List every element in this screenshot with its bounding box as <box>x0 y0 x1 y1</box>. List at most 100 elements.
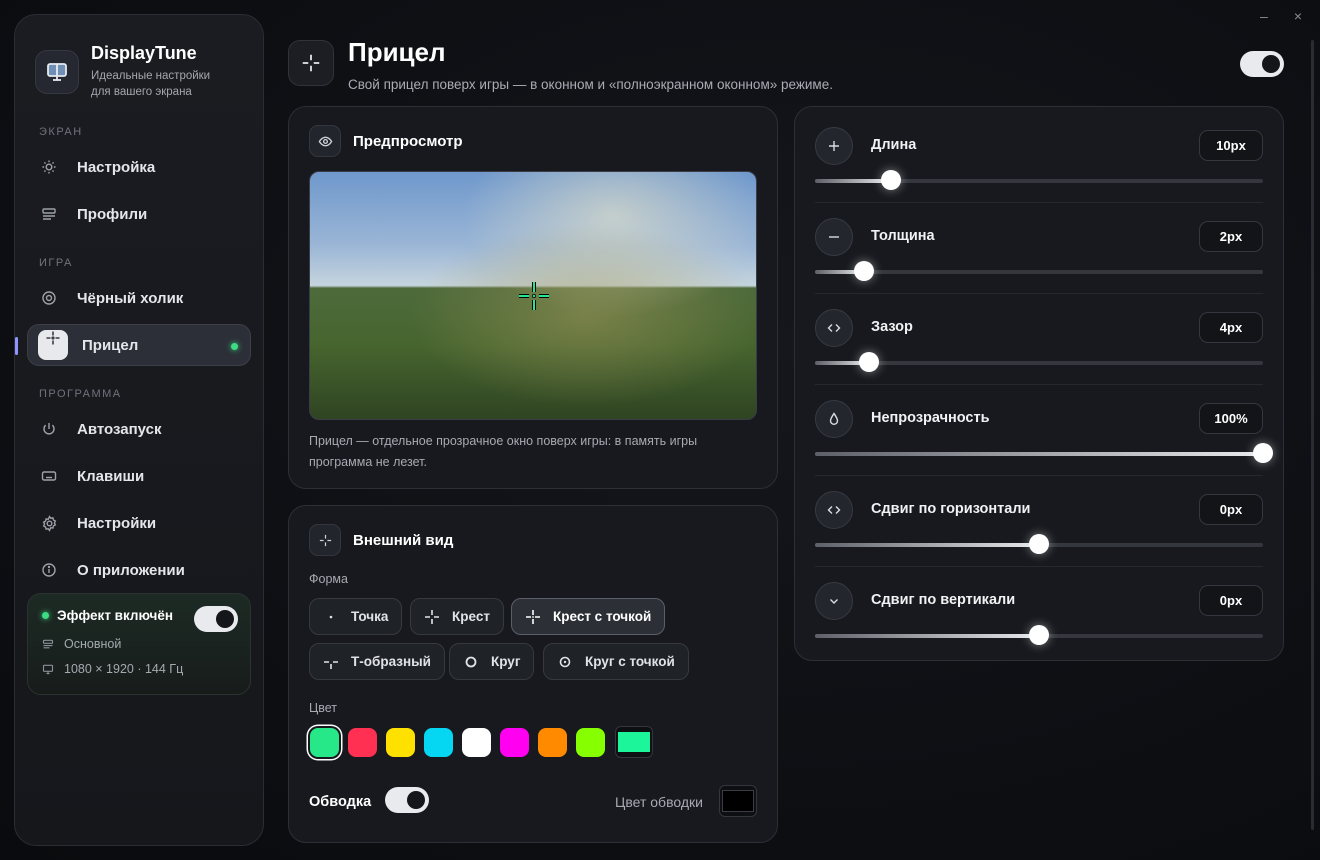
app-name: DisplayTune <box>91 43 197 63</box>
slider-handle[interactable] <box>881 170 902 190</box>
effect-toggle[interactable] <box>194 606 238 632</box>
monitor-icon <box>35 49 79 94</box>
appearance-title: Внешний вид <box>353 531 454 549</box>
slider-handle[interactable] <box>858 352 879 372</box>
slider-handle[interactable] <box>1029 625 1049 645</box>
outline-toggle[interactable] <box>385 787 429 813</box>
sidebar-item-hotkeys[interactable]: Клавиши <box>27 455 251 497</box>
shape-circle-button[interactable]: Круг <box>449 643 535 680</box>
effect-profile-row: Основной <box>42 637 236 651</box>
slider-label: Зазор <box>871 319 913 335</box>
shape-dot-button[interactable]: Точка <box>309 598 403 635</box>
slider-fill <box>815 634 1039 638</box>
divider <box>815 384 1263 385</box>
custom-color-fill <box>618 732 650 752</box>
color-swatch[interactable] <box>462 728 491 757</box>
monitor-icon <box>42 664 54 675</box>
color-swatch[interactable] <box>424 728 453 757</box>
color-swatch[interactable] <box>386 728 415 757</box>
info-icon <box>39 562 59 578</box>
sidebar-item-black-hole[interactable]: Чёрный холик <box>27 277 251 319</box>
slider-handle[interactable] <box>1029 534 1049 554</box>
slider-value[interactable]: 0px <box>1199 585 1263 616</box>
crosshair-icon <box>38 330 68 360</box>
color-swatch[interactable] <box>348 728 377 757</box>
custom-color-swatch[interactable] <box>615 726 653 758</box>
close-button[interactable]: × <box>1294 8 1302 24</box>
slider-value[interactable]: 100% <box>1199 403 1263 434</box>
shape-label: Крест с точкой <box>553 609 652 624</box>
preview-note: Прицел — отдельное прозрачное окно повер… <box>309 434 698 469</box>
slider-track[interactable] <box>815 170 1263 190</box>
appearance-header: Внешний вид <box>309 524 453 556</box>
sidebar: DisplayTune Идеальные настройки для ваше… <box>14 14 264 846</box>
slider-label: Сдвиг по вертикали <box>871 592 1016 608</box>
divider <box>815 293 1263 294</box>
preview-title: Предпросмотр <box>353 132 463 150</box>
effect-status-card: Эффект включён Основной 1080 × 1920 · 14… <box>27 593 251 695</box>
sidebar-item-profiles[interactable]: Профили <box>27 193 251 235</box>
cross-icon <box>424 609 440 625</box>
sidebar-item-setup[interactable]: Настройка <box>27 146 251 188</box>
slider-value[interactable]: 2px <box>1199 221 1263 252</box>
shape-label: Круг <box>491 654 521 669</box>
slider-value[interactable]: 0px <box>1199 494 1263 525</box>
slider-label: Толщина <box>871 228 935 244</box>
minimize-button[interactable]: – <box>1260 8 1268 24</box>
divider <box>815 202 1263 203</box>
color-swatch[interactable] <box>538 728 567 757</box>
app-subtitle: Идеальные настройки для вашего экрана <box>91 70 211 98</box>
slider-track[interactable] <box>815 534 1263 554</box>
sidebar-item-autostart[interactable]: Автозапуск <box>27 408 251 450</box>
crosshair-icon <box>288 40 334 86</box>
slider-value[interactable]: 4px <box>1199 312 1263 343</box>
dot-icon <box>323 609 339 625</box>
cross-dot-icon <box>525 609 541 625</box>
crosshair-icon <box>309 524 341 556</box>
color-swatch[interactable] <box>500 728 529 757</box>
sun-icon <box>39 159 59 175</box>
crosshair-enable-toggle[interactable] <box>1240 51 1284 77</box>
color-swatch[interactable] <box>310 728 339 757</box>
slider-fill <box>815 452 1263 456</box>
shape-label: Крест <box>452 609 490 624</box>
slider-handle[interactable] <box>1253 443 1273 463</box>
shape-cross-button[interactable]: Крест <box>410 598 504 635</box>
active-status-dot <box>231 343 238 350</box>
scrollbar[interactable] <box>1311 40 1314 830</box>
divider <box>815 566 1263 567</box>
slider-handle[interactable] <box>854 261 875 281</box>
slider-track[interactable] <box>815 625 1263 645</box>
preview-header: Предпросмотр <box>309 125 463 157</box>
circle-dot-icon <box>557 654 573 670</box>
shape-label: Точка <box>351 609 389 624</box>
profiles-icon <box>42 639 54 649</box>
sidebar-item-label: Клавиши <box>77 467 145 485</box>
code-brackets-icon <box>815 491 853 529</box>
sidebar-item-label: Автозапуск <box>77 420 162 438</box>
power-icon <box>39 421 59 437</box>
sidebar-item-label: Настройки <box>77 514 157 532</box>
status-dot <box>42 612 49 619</box>
shape-label: Т-образный <box>351 654 431 669</box>
sidebar-item-label: Прицел <box>82 336 139 354</box>
shape-cross-dot-button[interactable]: Крест с точкой <box>511 598 666 635</box>
slider-track[interactable] <box>815 443 1273 463</box>
color-swatch[interactable] <box>576 728 605 757</box>
shape-label: Круг с точкой <box>585 654 675 669</box>
outline-color-label: Цвет обводки <box>615 794 703 810</box>
shape-t-button[interactable]: Т-образный <box>309 643 445 680</box>
effect-status-label: Эффект включён <box>57 608 173 623</box>
appearance-card: Внешний вид Форма Точка Крест Крест с то… <box>288 505 778 843</box>
slider-value[interactable]: 10px <box>1199 130 1263 161</box>
slider-track[interactable] <box>815 352 1263 372</box>
shape-circle-dot-button[interactable]: Круг с точкой <box>543 643 689 680</box>
slider-track[interactable] <box>815 261 1263 281</box>
plus-icon <box>815 127 853 165</box>
profiles-icon <box>39 206 59 222</box>
sidebar-item-about[interactable]: О приложении <box>27 549 251 591</box>
outline-color-swatch[interactable] <box>719 785 757 817</box>
sidebar-item-crosshair[interactable]: Прицел <box>15 324 251 366</box>
color-label: Цвет <box>309 701 338 715</box>
sidebar-item-settings[interactable]: Настройки <box>27 502 251 544</box>
